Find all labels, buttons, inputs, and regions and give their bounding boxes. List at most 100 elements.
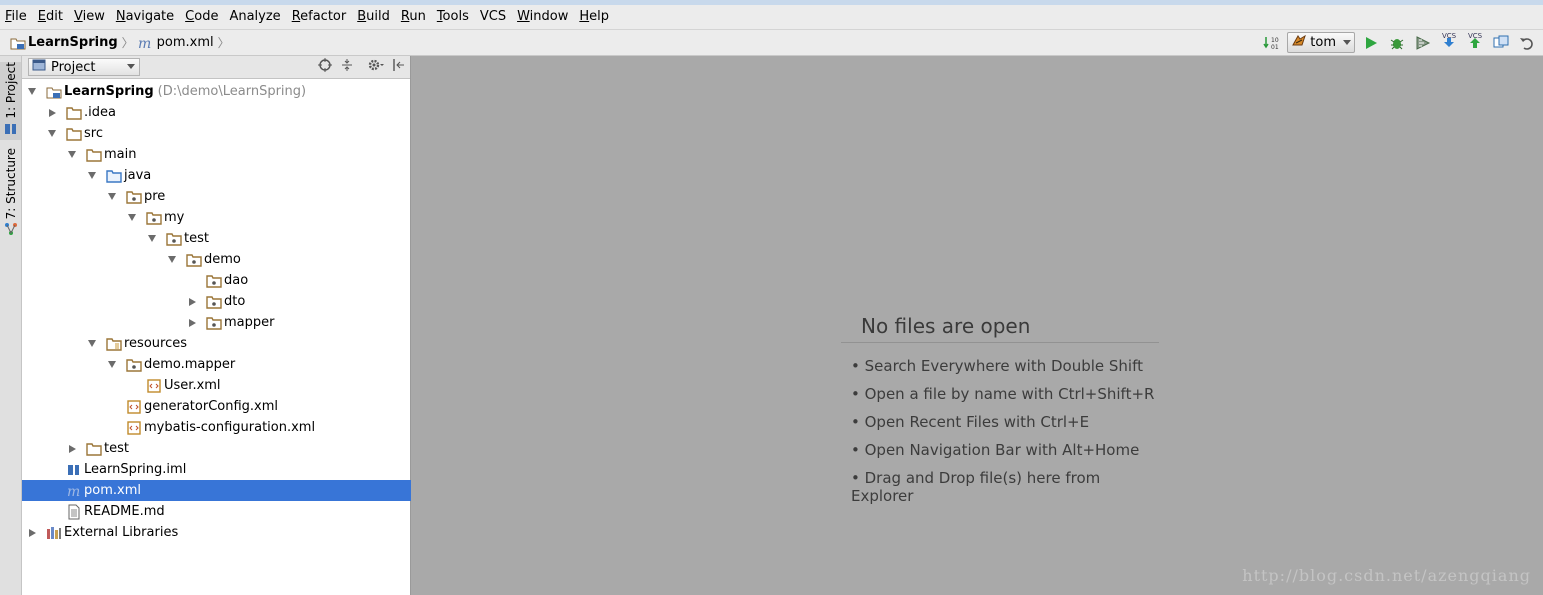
tab-structure[interactable]: 7: Structure [0,148,21,238]
menu-item[interactable]: Edit [33,6,68,28]
vcs-commit-label: VCS [1467,32,1483,40]
tree-row-iml[interactable]: LearnSpring.iml [22,459,434,480]
empty-editor-state: No files are open • Search Everywhere wi… [841,314,1159,505]
tree-row-java[interactable]: java [22,165,474,186]
vcs-update-icon[interactable]: VCS [1439,33,1459,53]
folder-icon [86,441,102,457]
menu-item[interactable]: Tools [432,6,474,28]
expand-arrow-icon[interactable] [26,86,38,98]
package-icon [126,357,142,373]
expand-arrow-icon[interactable] [106,191,118,203]
svg-text:10: 10 [1271,37,1279,44]
menu-item[interactable]: Build [352,6,395,28]
leaf-spacer [46,464,58,476]
tree-label: demo [204,252,241,267]
maven-file-icon: m [66,483,82,499]
breadcrumb-file[interactable]: pom.xml [157,35,214,50]
tree-row-main[interactable]: main [22,144,454,165]
menu-item[interactable]: Window [512,6,573,28]
editor-area[interactable]: No files are open • Search Everywhere wi… [411,56,1543,595]
breadcrumb-separator: 〉 [217,36,230,50]
tree-row-external-libraries[interactable]: External Libraries [22,522,414,543]
project-view-label: Project [51,59,96,75]
expand-arrow-icon[interactable] [126,212,138,224]
package-icon [206,294,222,310]
project-view-selector[interactable]: Project [28,58,140,76]
collapse-arrow-icon[interactable] [66,443,78,455]
gear-icon[interactable] [368,58,384,76]
tree-row-resources[interactable]: resources [22,333,474,354]
tree-label: LearnSpring [64,84,154,99]
tab-project[interactable]: 1: Project [0,62,21,140]
tree-row-pom-xml[interactable]: m pom.xml [22,480,434,501]
package-icon [146,210,162,226]
collapse-arrow-icon[interactable] [186,317,198,329]
expand-arrow-icon[interactable] [66,149,78,161]
collapse-all-icon[interactable] [340,58,354,76]
menu-item[interactable]: Code [180,6,223,28]
tree-label: LearnSpring.iml [84,462,187,477]
menu-item[interactable]: File [0,6,32,28]
breadcrumb-project[interactable]: LearnSpring [28,35,118,50]
leaf-spacer [126,380,138,392]
tree-path-hint: (D:\demo\LearnSpring) [157,84,307,99]
tree-label: User.xml [164,378,221,393]
expand-arrow-icon[interactable] [86,170,98,182]
leaf-spacer [46,485,58,497]
menu-item[interactable]: VCS [475,6,511,28]
menu-item[interactable]: Run [396,6,431,28]
sort-icon[interactable]: 10 01 [1261,33,1281,53]
vcs-commit-icon[interactable]: VCS [1465,33,1485,53]
tree-label: demo.mapper [144,357,236,372]
left-tool-window-strip: 1: Project 7: Structure [0,56,22,595]
chevron-down-icon [1343,40,1351,45]
run-icon[interactable] [1361,33,1381,53]
source-folder-icon [106,168,122,184]
menu-item[interactable]: Navigate [111,6,179,28]
package-icon [186,252,202,268]
tree-row-learnspring[interactable]: LearnSpring (D:\demo\LearnSpring) [22,81,414,102]
collapse-arrow-icon[interactable] [46,107,58,119]
tree-row-readme[interactable]: README.md [22,501,434,522]
tree-label: mapper [224,315,275,330]
tree-label: src [84,126,103,141]
tree-label: External Libraries [64,525,179,540]
run-config-selector[interactable]: tom [1287,32,1355,53]
svg-text:01: 01 [1271,44,1279,51]
tree-label: README.md [84,504,165,519]
coverage-icon[interactable] [1413,33,1433,53]
module-folder-icon [10,35,26,51]
tree-label: .idea [84,105,116,120]
expand-arrow-icon[interactable] [146,233,158,245]
tree-row-idea[interactable]: .idea [22,102,434,123]
module-folder-icon [46,84,62,100]
libraries-icon [46,525,62,541]
tab-project-label: 1: Project [3,62,18,119]
expand-arrow-icon[interactable] [86,338,98,350]
run-config-label: tom [1310,35,1336,50]
tree-label: mybatis-configuration.xml [144,420,316,435]
xml-file-icon [126,420,142,436]
expand-arrow-icon[interactable] [106,359,118,371]
breadcrumb: LearnSpring 〉 m pom.xml 〉 [0,34,234,51]
menu-item[interactable]: Analyze [224,6,285,28]
locate-file-icon[interactable] [318,58,332,76]
tree-row-test[interactable]: test [22,438,454,459]
revert-icon[interactable] [1517,33,1537,53]
tree-row-src[interactable]: src [22,123,434,144]
collapse-arrow-icon[interactable] [26,527,38,539]
collapse-arrow-icon[interactable] [186,296,198,308]
iml-file-icon [66,462,82,478]
debug-icon[interactable] [1387,33,1407,53]
menu-bar: File Edit View Navigate Code Analyze Refactor B… [0,5,1543,30]
hide-panel-icon[interactable] [392,58,406,76]
expand-arrow-icon[interactable] [46,128,58,140]
panel-actions [318,57,406,77]
menu-item[interactable]: Refactor [287,6,352,28]
compare-icon[interactable] [1491,33,1511,53]
tomcat-icon [1291,33,1307,53]
expand-arrow-icon[interactable] [166,254,178,266]
svg-text:m: m [138,36,151,51]
menu-item[interactable]: Help [574,6,614,28]
menu-item[interactable]: View [69,6,110,28]
